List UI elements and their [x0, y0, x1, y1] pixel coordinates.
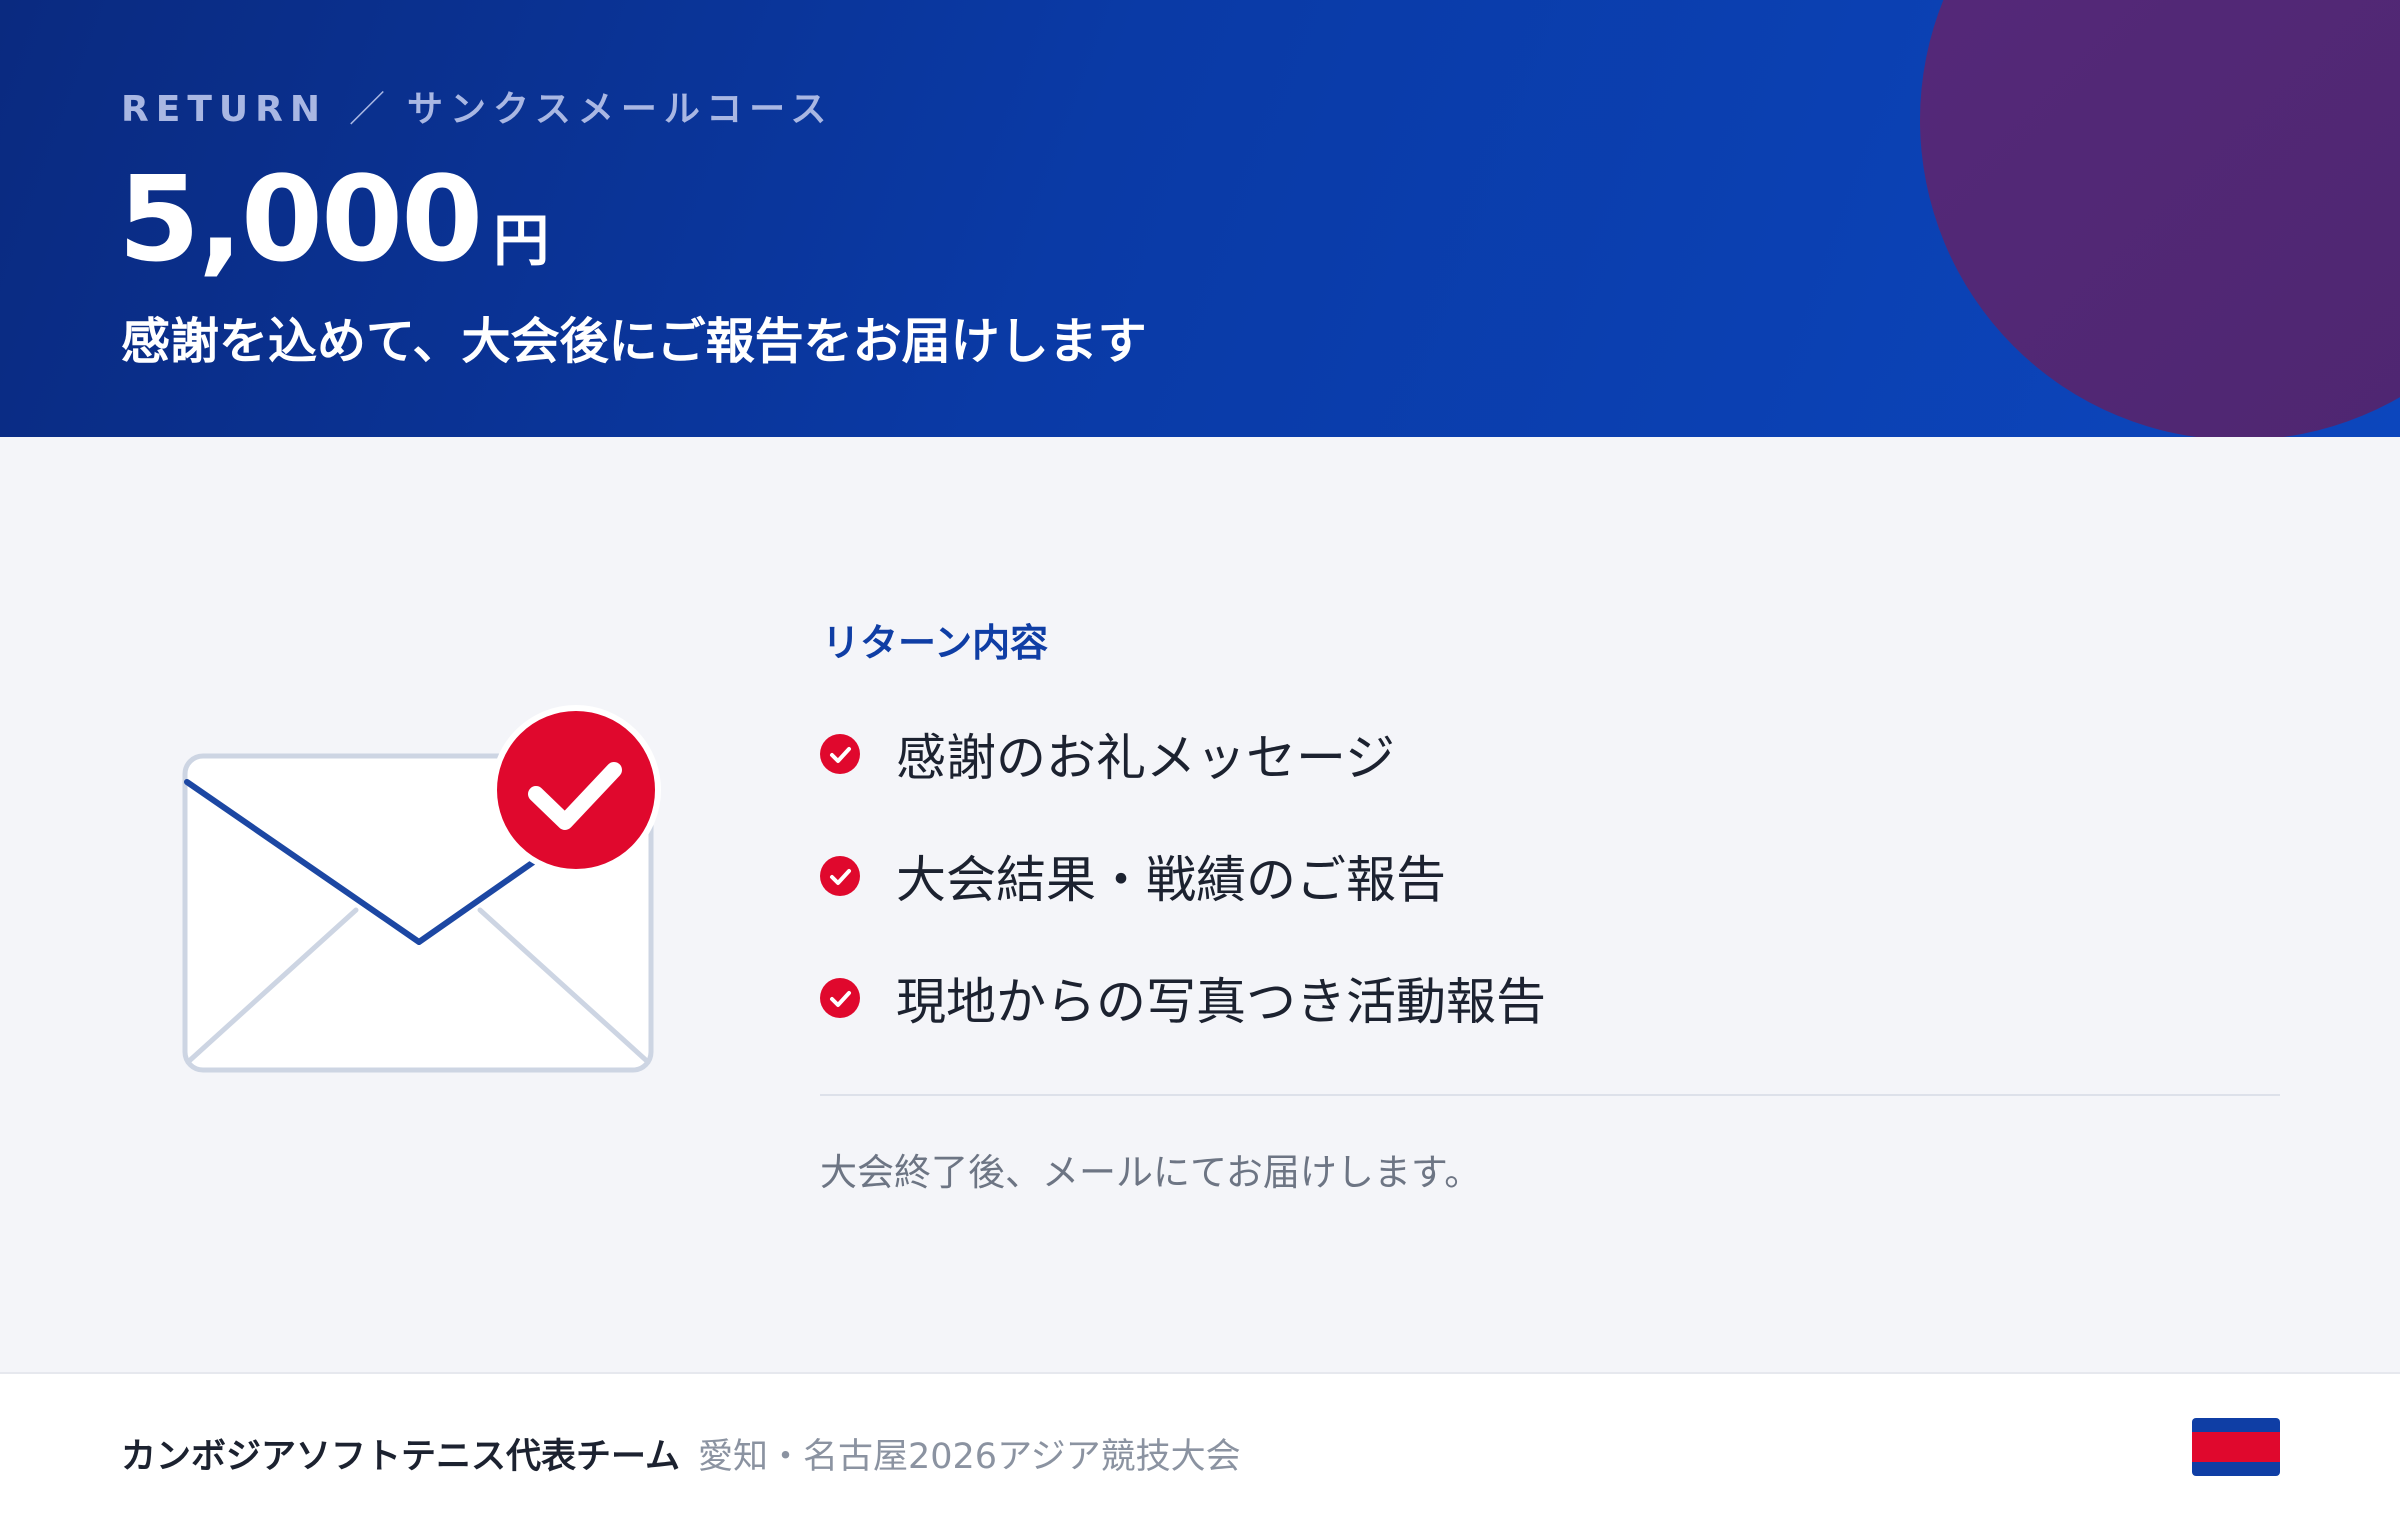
event-name: 愛知・名古屋2026アジア競技大会 [698, 1437, 1241, 1477]
delivery-note: 大会終了後、メールにてお届けします。 [820, 1151, 1482, 1194]
section-label: リターン内容 [822, 621, 1049, 665]
decorative-circle [1920, 0, 2400, 437]
eyebrow: RETURN ／ サンクスメールコース [121, 80, 833, 130]
team-name: カンボジアソフトテニス代表チーム [121, 1437, 680, 1477]
return-items-list: 感謝のお礼メッセージ 大会結果・戦績のご報告 現地からの写真つき活動報告 [820, 718, 1820, 1084]
eyebrow-separator: ／ [348, 89, 385, 130]
price: 5,000 円 [118, 150, 550, 288]
cambodia-flag-icon [2192, 1418, 2280, 1476]
price-unit: 円 [493, 209, 550, 274]
check-circle-icon [820, 734, 860, 774]
envelope-check-icon [178, 700, 678, 1080]
footer: カンボジアソフトテニス代表チーム 愛知・名古屋2026アジア競技大会 [0, 1372, 2400, 1520]
eyebrow-course: サンクスメールコース [406, 89, 834, 130]
check-circle-icon [820, 856, 860, 896]
header-banner: RETURN ／ サンクスメールコース 5,000 円 感謝を込めて、大会後にご報告を… [0, 0, 2400, 437]
divider [820, 1094, 2280, 1096]
item-label: 現地からの写真つき活動報告 [896, 973, 1546, 1031]
eyebrow-label: RETURN [121, 89, 327, 130]
price-amount: 5,000 [118, 150, 483, 288]
return-card: RETURN ／ サンクスメールコース 5,000 円 感謝を込めて、大会後にご報告を… [0, 0, 2400, 1520]
check-circle-icon [820, 978, 860, 1018]
list-item: 現地からの写真つき活動報告 [820, 962, 1820, 1034]
header-subtitle: 感謝を込めて、大会後にご報告をお届けします [121, 313, 1147, 370]
list-item: 大会結果・戦績のご報告 [820, 840, 1820, 912]
item-label: 大会結果・戦績のご報告 [896, 851, 1446, 909]
list-item: 感謝のお礼メッセージ [820, 718, 1820, 790]
item-label: 感謝のお礼メッセージ [896, 729, 1395, 787]
